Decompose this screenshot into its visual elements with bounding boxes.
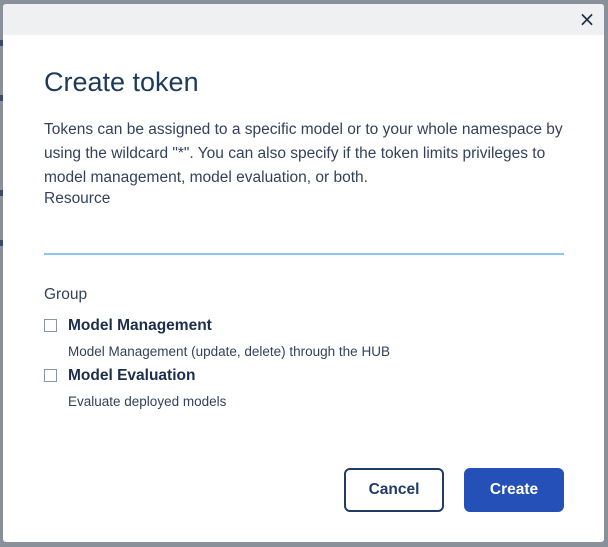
dialog-description: Tokens can be assigned to a specific mod… [44,121,563,186]
model-management-description: Model Management (update, delete) throug… [68,344,390,359]
model-evaluation-checkbox[interactable] [44,369,57,382]
resource-input[interactable] [44,220,564,255]
close-icon[interactable]: × [578,9,596,29]
model-management-title[interactable]: Model Management [68,317,212,335]
model-evaluation-title[interactable]: Model Evaluation [68,367,195,385]
dialog-header-bar: × [3,4,604,35]
create-button[interactable]: Create [464,468,564,512]
resource-label: Resource [44,190,111,207]
group-label: Group [44,286,88,303]
cancel-button[interactable]: Cancel [344,468,444,512]
model-evaluation-description: Evaluate deployed models [68,394,227,409]
dialog-title: Create token [44,67,199,97]
create-token-dialog: × Create token Tokens can be assigned to… [3,4,604,542]
model-management-checkbox[interactable] [44,319,57,332]
